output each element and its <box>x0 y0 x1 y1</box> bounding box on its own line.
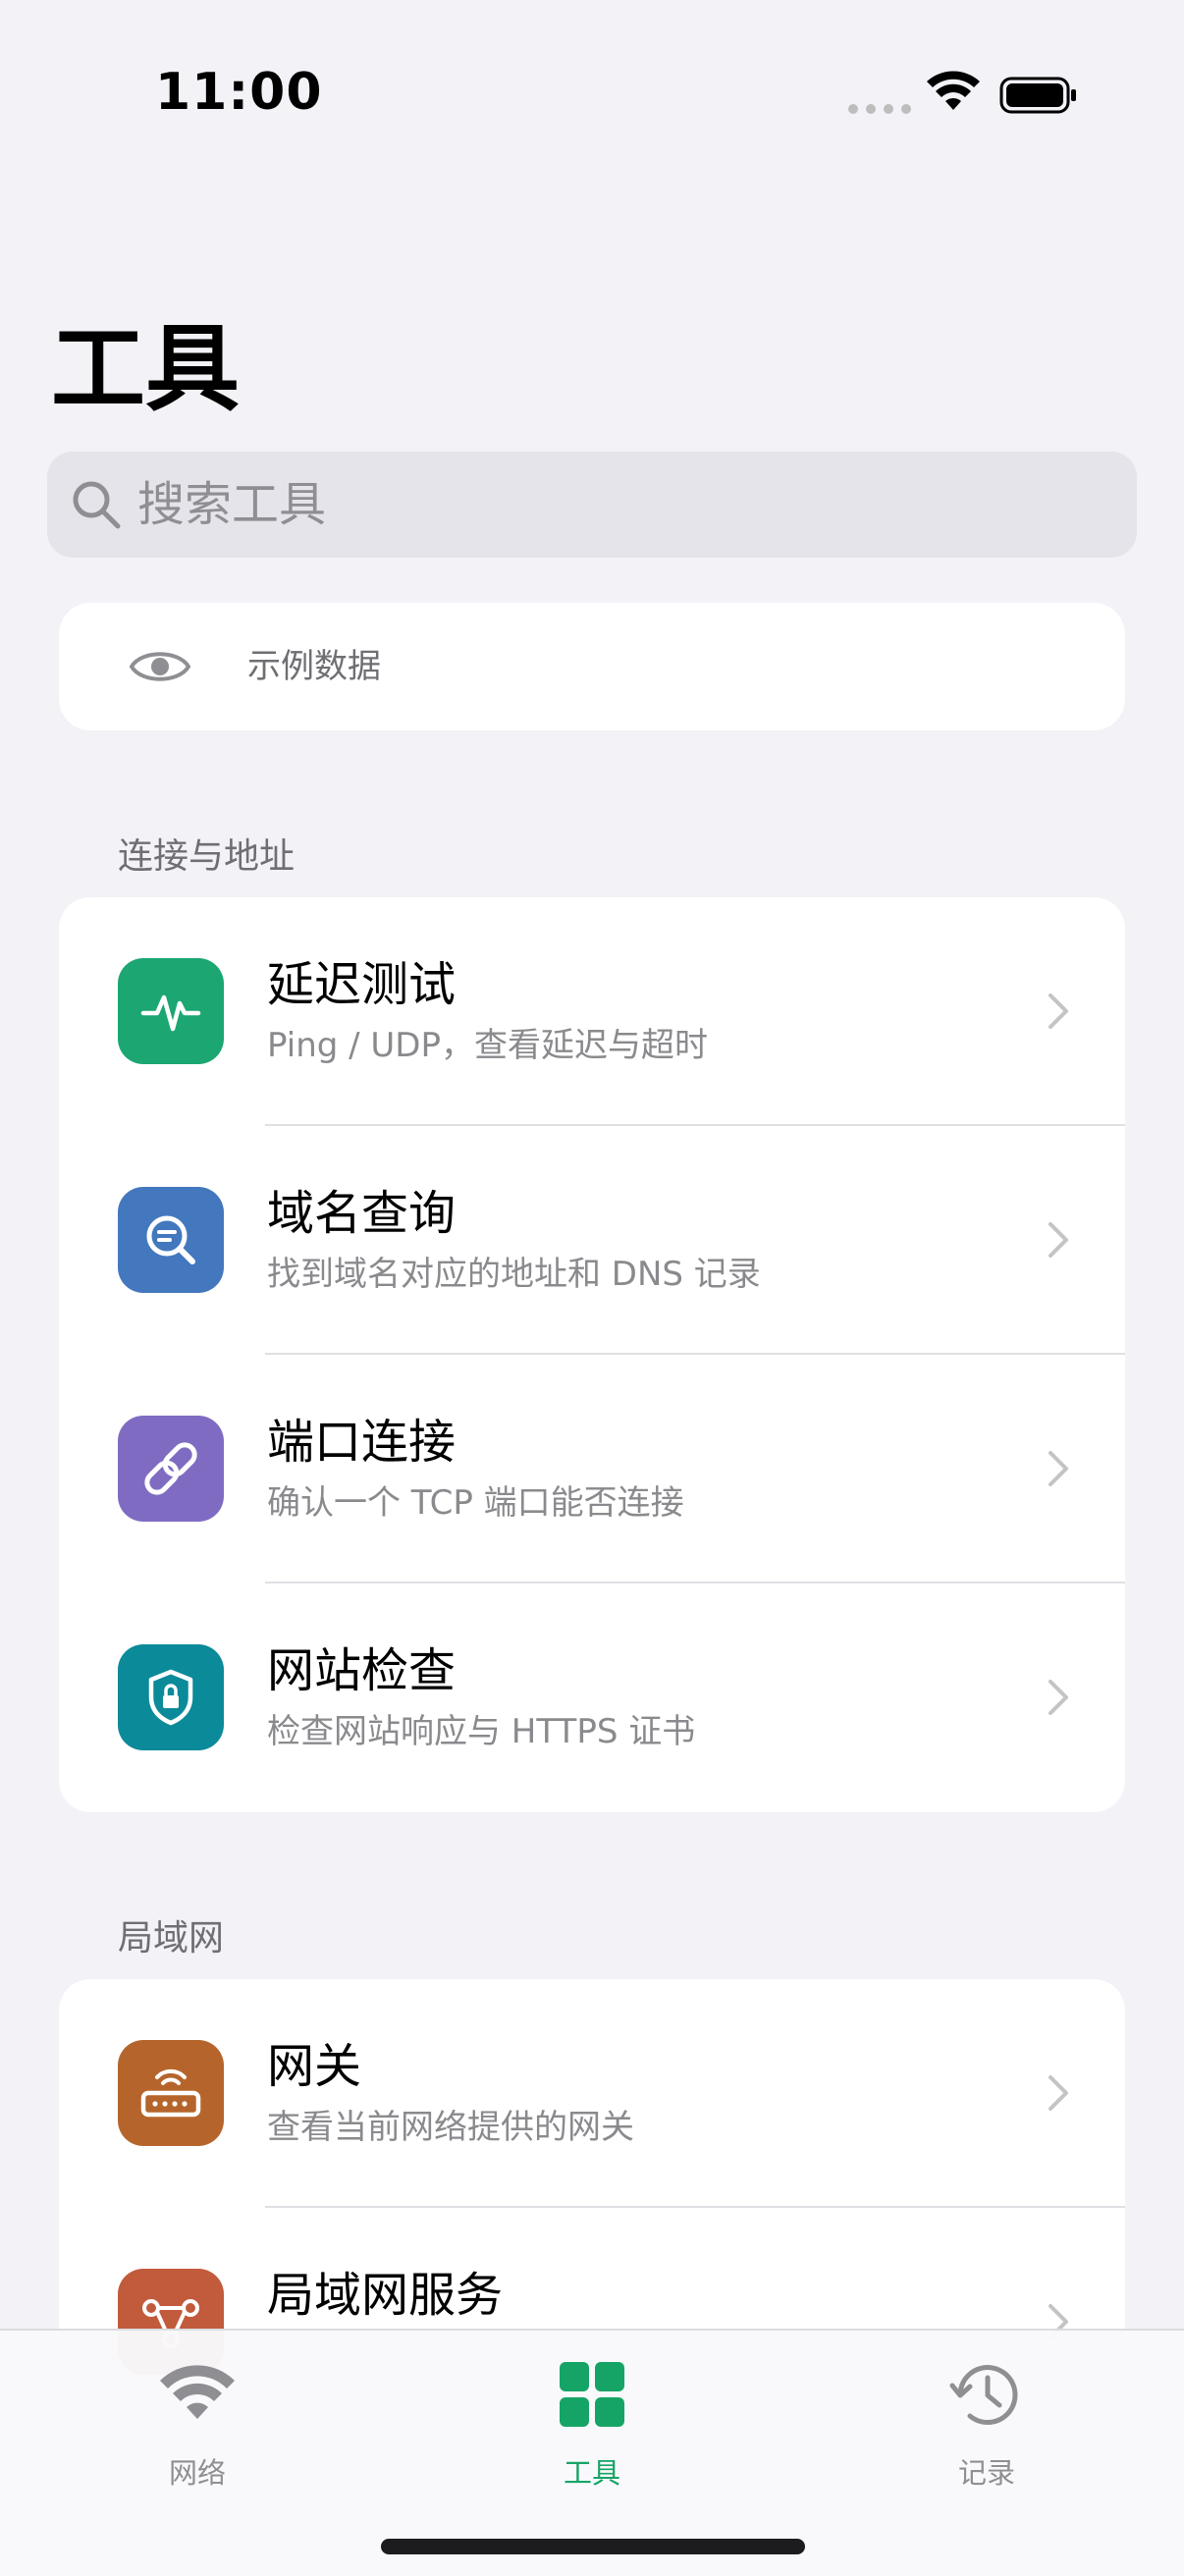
status-time: 11:00 <box>155 63 323 122</box>
tool-title: 延迟测试 <box>267 957 457 1012</box>
chevron-right-icon <box>1049 1680 1068 1715</box>
sample-data-label: 示例数据 <box>247 647 381 686</box>
battery-icon <box>999 77 1076 114</box>
tab-label: 网络 <box>168 2456 226 2490</box>
tool-row-port[interactable]: 端口连接 确认一个 TCP 端口能否连接 <box>59 1355 1125 1583</box>
search-bar[interactable] <box>47 452 1137 558</box>
section-header-connection: 连接与地址 <box>118 836 296 877</box>
lock-shield-icon <box>118 1644 224 1750</box>
tool-subtitle: 找到域名对应的地址和 DNS 记录 <box>267 1255 761 1294</box>
page-title: 工具 <box>51 314 240 424</box>
sample-data-toggle[interactable]: 示例数据 <box>59 603 1125 730</box>
tab-label: 工具 <box>563 2456 620 2490</box>
history-icon <box>949 2365 1018 2425</box>
cellular-dots-icon <box>848 104 911 114</box>
tab-network[interactable]: 网络 <box>0 2331 395 2537</box>
pulse-icon <box>118 958 224 1064</box>
tool-subtitle: 确认一个 TCP 端口能否连接 <box>267 1483 684 1523</box>
search-input[interactable] <box>137 452 1100 558</box>
status-bar: 11:00 <box>0 0 1184 196</box>
tool-title: 端口连接 <box>267 1415 457 1470</box>
connection-tools-group: 延迟测试 Ping / UDP，查看延迟与超时 域名查询 找到域名对应的地址和 … <box>59 897 1125 1812</box>
router-icon <box>118 2040 224 2146</box>
link-icon <box>118 1416 224 1522</box>
tool-row-gateway[interactable]: 网关 查看当前网络提供的网关 <box>59 1979 1125 2208</box>
chevron-right-icon <box>1049 993 1068 1029</box>
chevron-right-icon <box>1049 1451 1068 1486</box>
tool-title: 域名查询 <box>267 1186 457 1241</box>
search-icon <box>73 481 121 529</box>
chevron-right-icon <box>1049 2075 1068 2111</box>
tool-row-website[interactable]: 网站检查 检查网站响应与 HTTPS 证书 <box>59 1583 1125 1812</box>
tab-tools[interactable]: 工具 <box>395 2331 789 2537</box>
tool-title: 网站检查 <box>267 1643 457 1698</box>
chevron-right-icon <box>1049 1222 1068 1258</box>
section-header-lan: 局域网 <box>118 1918 225 1959</box>
tool-subtitle: Ping / UDP，查看延迟与超时 <box>267 1026 708 1065</box>
tool-row-latency[interactable]: 延迟测试 Ping / UDP，查看延迟与超时 <box>59 897 1125 1126</box>
eye-icon <box>129 652 191 681</box>
home-indicator <box>381 2539 805 2554</box>
tool-title: 局域网服务 <box>267 2268 504 2323</box>
wifi-status-icon <box>927 71 980 110</box>
tool-title: 网关 <box>267 2039 362 2094</box>
wifi-icon <box>160 2365 235 2419</box>
tool-row-dns[interactable]: 域名查询 找到域名对应的地址和 DNS 记录 <box>59 1126 1125 1355</box>
search-doc-icon <box>118 1187 224 1293</box>
tab-label: 记录 <box>957 2456 1015 2490</box>
tool-subtitle: 检查网站响应与 HTTPS 证书 <box>267 1712 696 1751</box>
tool-subtitle: 查看当前网络提供的网关 <box>267 2108 634 2147</box>
grid-icon <box>560 2362 624 2427</box>
tab-history[interactable]: 记录 <box>789 2331 1184 2537</box>
